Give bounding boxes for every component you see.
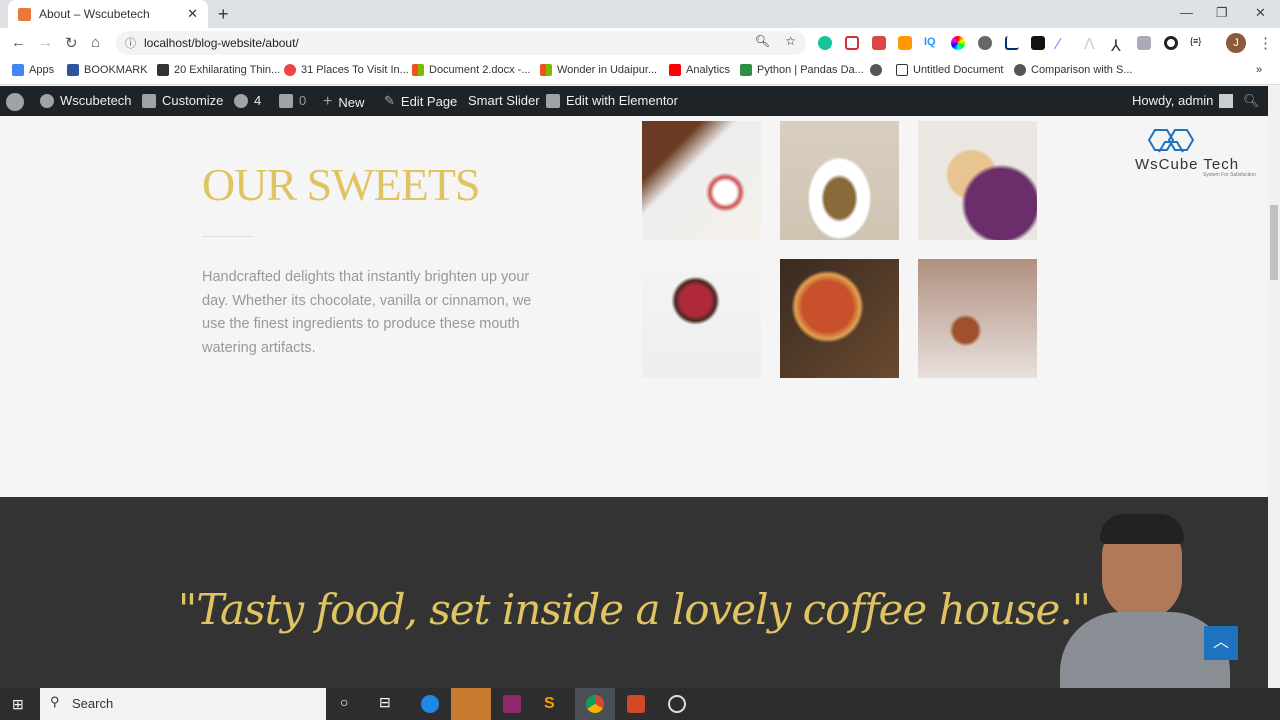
- section-title: OUR SWEETS: [202, 159, 480, 210]
- sweets-photo-toast[interactable]: [918, 121, 1037, 240]
- wp-admin-bar: Wscubetech Customize 4 0 + New ✎ Edit Page…: [0, 86, 1268, 116]
- star-icon[interactable]: ☆: [785, 34, 796, 48]
- file-explorer-icon[interactable]: [451, 688, 491, 720]
- wp-account[interactable]: Howdy, admin: [1132, 93, 1234, 108]
- plus-icon: +: [323, 93, 333, 110]
- close-window-button[interactable]: ✕: [1255, 5, 1266, 21]
- bookmark-item[interactable]: Untitled Document: [896, 64, 1004, 76]
- updates-icon: [234, 93, 248, 108]
- wordpress-ext-icon[interactable]: [978, 36, 992, 50]
- scrollbar-thumb[interactable]: [1270, 205, 1278, 280]
- forward-icon[interactable]: →: [38, 34, 53, 51]
- wscube-logo: WsCube Tech System For Satisfaction: [1135, 126, 1270, 181]
- sublime-icon[interactable]: S: [544, 695, 562, 713]
- logo-text: WsCube Tech: [1135, 156, 1240, 173]
- tab-active[interactable]: About – Wscubetech ✕: [8, 0, 208, 28]
- pencil-icon: ✎: [384, 93, 395, 108]
- minimize-button[interactable]: —: [1180, 5, 1193, 20]
- reload-icon[interactable]: ↻: [65, 34, 78, 52]
- close-tab-icon[interactable]: ✕: [187, 6, 198, 22]
- bookmark-item[interactable]: Wonder in Udaipur...: [540, 64, 657, 76]
- extension-icon[interactable]: Λ: [1084, 36, 1098, 53]
- extension-icon[interactable]: [898, 36, 912, 50]
- bookmark-item[interactable]: BOOKMARK: [67, 64, 148, 76]
- extension-icon[interactable]: ⅄: [1111, 36, 1125, 55]
- address-bar-row: ← → ↻ ⌂ ⓘ localhost/blog-website/about/ 🔍︎…: [0, 28, 1280, 58]
- taskbar-search[interactable]: ⚲ Search: [40, 688, 326, 720]
- extension-icon[interactable]: [1137, 36, 1151, 50]
- wp-updates[interactable]: 4: [234, 93, 261, 108]
- bookmark-item[interactable]: 31 Places To Visit In...: [284, 64, 409, 76]
- edge-icon[interactable]: [421, 695, 439, 713]
- bookmarks-bar: Apps BOOKMARK 20 Exhilarating Thin... 31…: [0, 58, 1280, 85]
- windows-taskbar: ⊞ ⚲ Search ○ ⊟ S: [0, 688, 1280, 720]
- back-icon[interactable]: ←: [11, 34, 26, 51]
- tab-bar: About – Wscubetech ✕ + — ❐ ✕: [0, 0, 1280, 28]
- obs-icon[interactable]: [668, 695, 686, 713]
- powerpoint-icon[interactable]: [627, 695, 645, 713]
- bookmark-item[interactable]: Python | Pandas Da...: [740, 64, 864, 76]
- chrome-icon: [586, 695, 604, 713]
- sweets-photo-pizza[interactable]: [780, 259, 899, 378]
- windows-start-icon[interactable]: ⊞: [12, 696, 24, 713]
- url-input[interactable]: ⓘ localhost/blog-website/about/ 🔍︎ ☆: [116, 31, 806, 55]
- profile-avatar[interactable]: J: [1226, 33, 1246, 53]
- iq-icon[interactable]: IQ: [924, 36, 938, 50]
- task-view-icon[interactable]: ⊟: [379, 694, 391, 711]
- winrar-icon[interactable]: [503, 695, 521, 713]
- bookmark-item[interactable]: 20 Exhilarating Thin...: [157, 64, 280, 76]
- elementor-icon: [546, 93, 560, 108]
- sweets-photo-platter[interactable]: [642, 259, 761, 378]
- home-icon[interactable]: ⌂: [91, 34, 100, 51]
- tab-title: About – Wscubetech: [39, 7, 150, 21]
- sweets-photo-cake[interactable]: [780, 121, 899, 240]
- extension-icon[interactable]: [1005, 36, 1019, 50]
- extension-icon[interactable]: [872, 36, 886, 50]
- wp-smart-slider[interactable]: Smart Slider: [468, 93, 540, 108]
- wordpress-logo-icon[interactable]: [6, 93, 24, 111]
- url-text: localhost/blog-website/about/: [144, 36, 299, 50]
- record-icon[interactable]: [1164, 36, 1178, 50]
- avatar: [1219, 93, 1234, 108]
- cortana-icon[interactable]: ○: [340, 694, 348, 710]
- extension-icon[interactable]: [845, 36, 859, 50]
- sweets-photo-cupcake[interactable]: [918, 259, 1037, 378]
- logo-tagline: System For Satisfaction: [1203, 172, 1256, 178]
- camera-icon[interactable]: [1031, 36, 1045, 50]
- color-icon[interactable]: [951, 36, 965, 50]
- wp-elementor[interactable]: Edit with Elementor: [546, 93, 678, 108]
- wp-customize[interactable]: Customize: [142, 93, 223, 108]
- brush-icon: [142, 93, 156, 108]
- pen-icon[interactable]: ⁄: [1057, 36, 1071, 53]
- presenter-webcam: [1060, 512, 1260, 692]
- wp-comments[interactable]: 0: [279, 93, 306, 108]
- more-bookmarks-icon[interactable]: »: [1256, 64, 1262, 76]
- new-tab-button[interactable]: +: [218, 4, 229, 25]
- wp-site-link[interactable]: Wscubetech: [40, 93, 132, 108]
- site-favicon-icon: [18, 7, 31, 21]
- bookmark-item[interactable]: Comparison with S...: [1014, 64, 1132, 76]
- scroll-to-top-button[interactable]: ︿: [1204, 626, 1238, 660]
- json-icon[interactable]: {≡}: [1190, 36, 1204, 50]
- wp-new[interactable]: + New: [323, 93, 364, 111]
- zoom-icon[interactable]: 🔍︎: [755, 34, 770, 48]
- comment-icon: [279, 93, 293, 108]
- restore-button[interactable]: ❐: [1216, 5, 1228, 21]
- dashboard-icon: [40, 93, 54, 108]
- chrome-taskbar-button[interactable]: [575, 688, 615, 720]
- bookmark-item[interactable]: [870, 64, 882, 76]
- menu-icon[interactable]: ⋮: [1258, 34, 1273, 52]
- hexagon-logo-icon: [1147, 129, 1195, 153]
- bookmark-item[interactable]: Apps: [12, 64, 54, 76]
- bookmark-item[interactable]: Analytics: [669, 64, 730, 76]
- search-icon: ⚲: [50, 694, 60, 709]
- section-description: Handcrafted delights that instantly brig…: [202, 269, 532, 356]
- sweets-photo-brownies[interactable]: [642, 121, 761, 240]
- bookmark-item[interactable]: Document 2.docx -...: [412, 64, 531, 76]
- grammarly-icon[interactable]: [818, 36, 832, 50]
- info-icon: ⓘ: [125, 38, 136, 50]
- wp-edit-page[interactable]: ✎ Edit Page: [384, 93, 457, 109]
- divider: [202, 236, 252, 237]
- search-icon[interactable]: 🔍︎: [1243, 93, 1260, 109]
